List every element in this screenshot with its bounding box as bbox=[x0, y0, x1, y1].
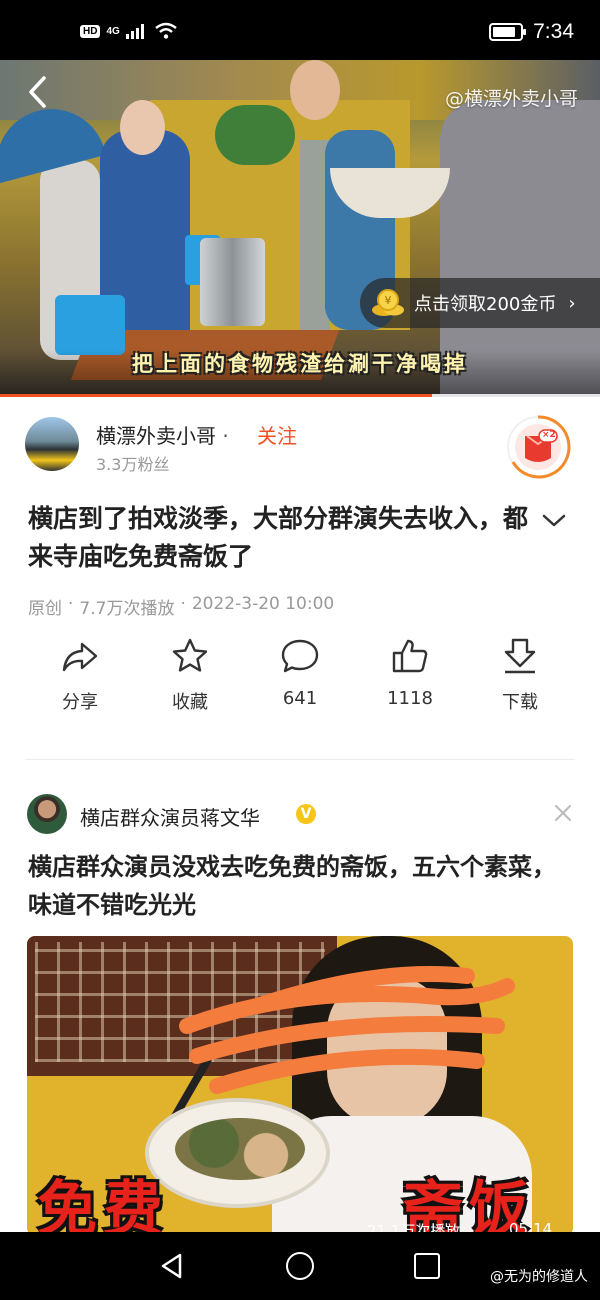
coin-reward-button[interactable]: ¥ 点击领取200金币 › bbox=[360, 278, 600, 328]
network-type: 4G bbox=[106, 25, 120, 37]
thumb-scene-food bbox=[175, 1118, 305, 1180]
reward-multiplier-badge[interactable]: ×2 bbox=[505, 414, 571, 480]
battery-icon bbox=[489, 23, 527, 41]
author-avatar[interactable] bbox=[25, 417, 79, 471]
dismiss-button[interactable] bbox=[552, 802, 574, 824]
download-button[interactable]: 下载 bbox=[465, 636, 575, 720]
share-button[interactable]: 分享 bbox=[25, 636, 135, 720]
video-scene-man-head bbox=[290, 60, 340, 120]
author-name[interactable]: 横漂外卖小哥 · bbox=[96, 420, 229, 449]
meta-separator: · bbox=[180, 594, 186, 614]
video-scene-pot bbox=[200, 238, 265, 326]
system-nav-bar: @无为的修道人 bbox=[0, 1232, 600, 1300]
video-scene-stool-front bbox=[55, 295, 125, 355]
video-progress-fill bbox=[0, 394, 432, 397]
recommended-thumbnail[interactable]: 免费 斋饭 21.1万次播放 05:14 bbox=[27, 936, 573, 1236]
nav-back-icon[interactable] bbox=[158, 1252, 186, 1280]
download-icon bbox=[504, 638, 536, 674]
chevron-left-icon bbox=[29, 76, 46, 108]
verified-badge-icon: V bbox=[296, 804, 316, 824]
meta-views: 7.7万次播放 bbox=[79, 599, 175, 619]
coin-icon: ¥ bbox=[370, 288, 406, 318]
recommended-author-name[interactable]: 横店群众演员蒋文华 bbox=[80, 802, 260, 831]
favorite-label: 收藏 bbox=[172, 692, 208, 713]
comment-icon bbox=[281, 639, 319, 673]
comment-button[interactable]: 641 bbox=[245, 636, 355, 720]
recommended-author-avatar[interactable] bbox=[27, 794, 67, 834]
battery-level bbox=[493, 27, 516, 37]
action-bar: 分享 收藏 641 1118 下载 bbox=[25, 636, 575, 720]
video-title: 横店到了拍戏淡季，大部分群演失去收入，都来寺庙吃免费斋饭了 bbox=[28, 504, 529, 571]
recommended-author-row: 横店群众演员蒋文华 V bbox=[0, 792, 600, 836]
video-meta: 原创 · 7.7万次播放 · 2022-3-20 10:00 bbox=[28, 594, 334, 619]
like-button[interactable]: 1118 bbox=[355, 636, 465, 720]
follower-count: 3.3万粉丝 bbox=[96, 455, 170, 474]
app-screen: { "status_bar": { "hd": "HD", "network":… bbox=[0, 0, 600, 1300]
download-label: 下载 bbox=[502, 692, 538, 713]
status-bar: HD 4G 7:34 bbox=[0, 0, 600, 60]
signal-icon bbox=[125, 24, 144, 39]
video-progress-bar[interactable] bbox=[0, 394, 600, 397]
clock: 7:34 bbox=[533, 20, 574, 43]
close-icon bbox=[555, 805, 571, 821]
video-subtitle: 把上面的食物残渣给涮干净喝掉 bbox=[132, 352, 468, 376]
thumb-overlay-left: 免费 bbox=[37, 1175, 169, 1236]
hd-indicator: HD bbox=[80, 24, 101, 38]
video-watermark: @横漂外卖小哥 bbox=[444, 88, 578, 110]
like-count: 1118 bbox=[387, 688, 433, 709]
back-button[interactable] bbox=[18, 72, 58, 112]
page-watermark: @无为的修道人 bbox=[490, 1269, 588, 1285]
chevron-right-icon: › bbox=[568, 292, 576, 314]
follow-button[interactable]: 关注 bbox=[257, 420, 297, 449]
status-right: 7:34 bbox=[489, 20, 574, 44]
coin-reward-label: 点击领取200金币 bbox=[414, 294, 557, 315]
status-left: HD 4G bbox=[80, 22, 178, 40]
author-row: 横漂外卖小哥 · 关注 3.3万粉丝 ×2 bbox=[0, 400, 600, 490]
expand-button[interactable] bbox=[540, 508, 568, 532]
meta-original: 原创 bbox=[28, 599, 62, 619]
video-scene-plants bbox=[215, 105, 295, 165]
reward-multiplier-label: ×2 bbox=[542, 430, 556, 440]
video-scene-server-head bbox=[120, 100, 165, 155]
nav-recents-icon[interactable] bbox=[414, 1253, 440, 1279]
recommended-title[interactable]: 横店群众演员没戏去吃免费的斋饭，五六个素菜，味道不错吃光光 bbox=[28, 848, 576, 924]
divider bbox=[25, 759, 575, 760]
chevron-down-icon bbox=[542, 514, 566, 527]
svg-text:¥: ¥ bbox=[385, 294, 392, 307]
wifi-icon bbox=[155, 22, 177, 39]
comment-count: 641 bbox=[282, 688, 318, 709]
star-icon bbox=[172, 638, 208, 672]
nav-home-icon[interactable] bbox=[286, 1252, 314, 1280]
meta-date: 2022-3-20 10:00 bbox=[191, 594, 335, 614]
thumb-scene-face-scribble bbox=[179, 966, 515, 1094]
share-label: 分享 bbox=[62, 692, 98, 713]
like-icon bbox=[392, 639, 428, 673]
favorite-button[interactable]: 收藏 bbox=[135, 636, 245, 720]
share-icon bbox=[62, 642, 98, 672]
meta-separator: · bbox=[68, 594, 74, 614]
